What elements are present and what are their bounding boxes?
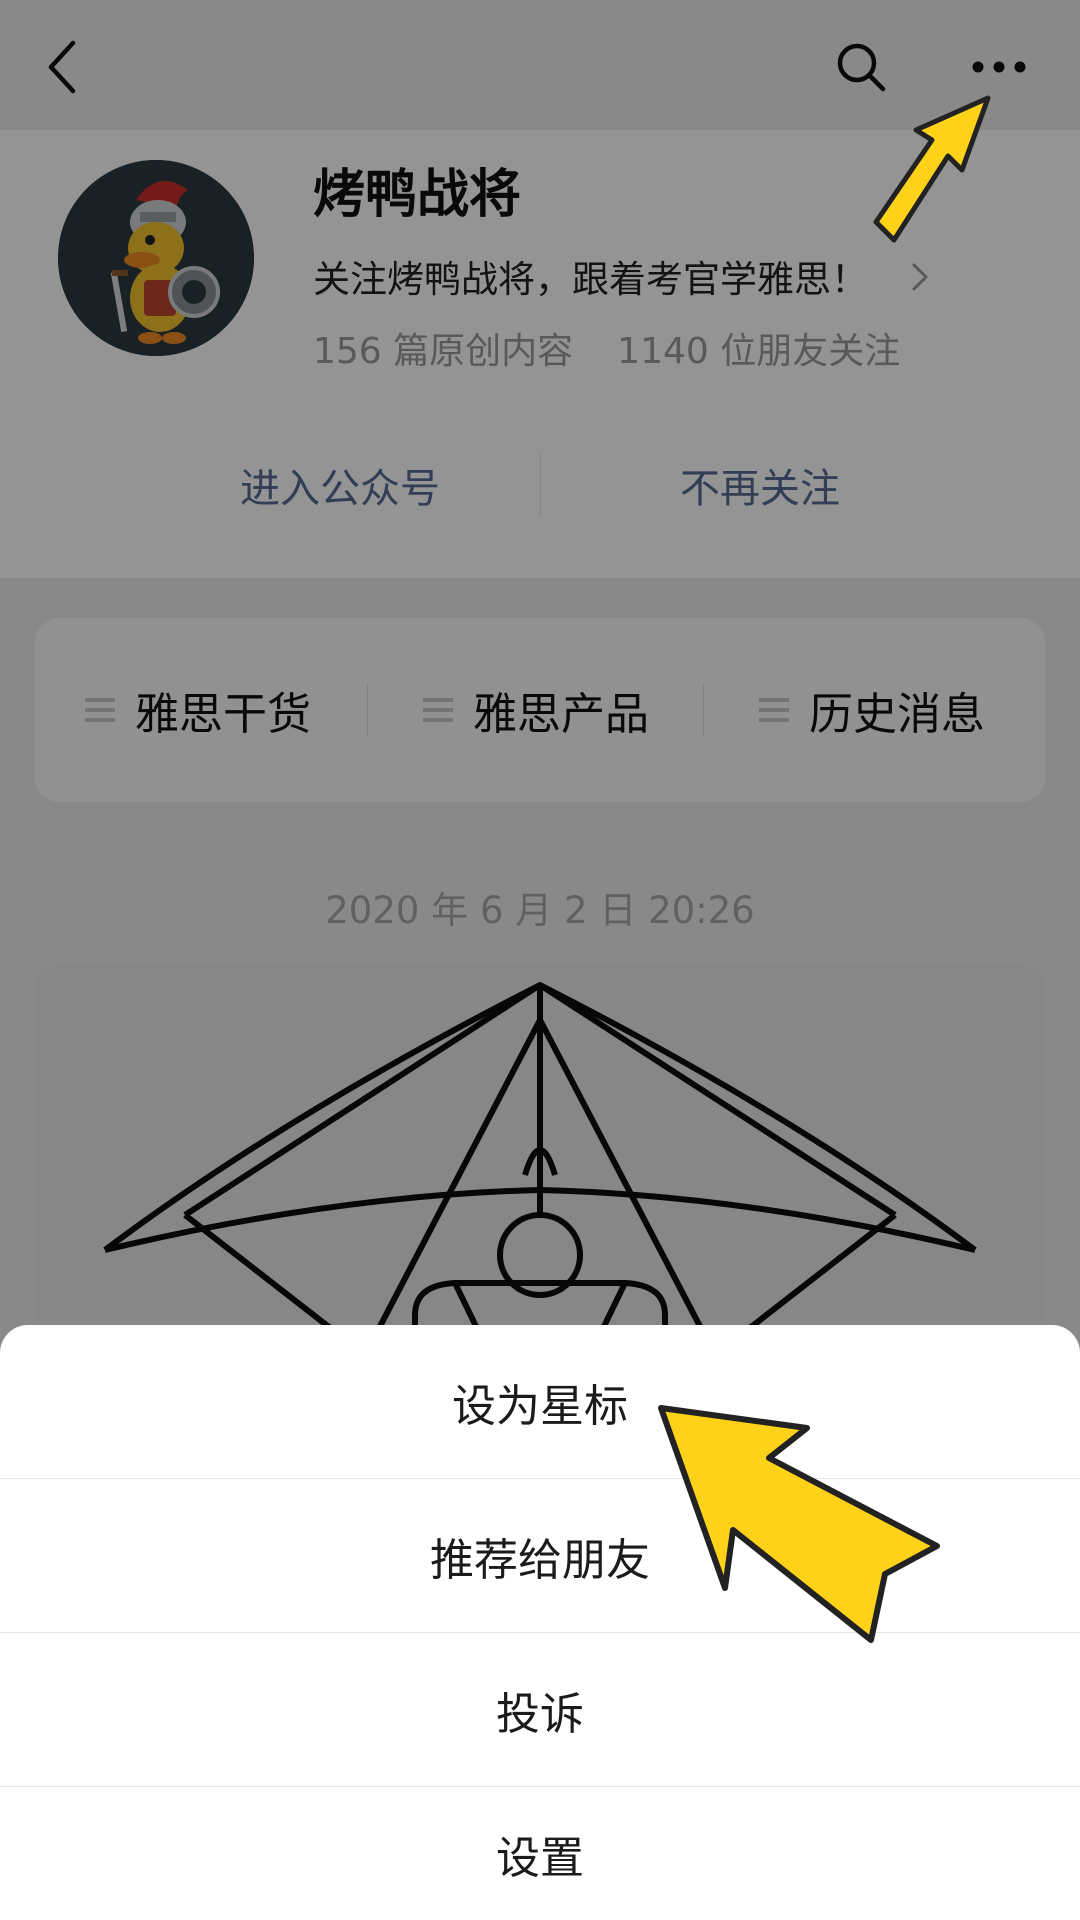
watermark-text: 烤鸭战将 xyxy=(938,1857,1051,1890)
official-account-profile-screen: 烤鸭战将 关注烤鸭战将，跟着考官学雅思！ 156 篇原创内容 1140 位朋友关… xyxy=(0,0,1080,1920)
wechat-logo-icon xyxy=(888,1856,929,1887)
recommend-to-friend-option[interactable]: 推荐给朋友 xyxy=(0,1479,1080,1632)
action-sheet: 设为星标 推荐给朋友 投诉 设置 xyxy=(0,1325,1080,1920)
report-option[interactable]: 投诉 xyxy=(0,1633,1080,1786)
set-star-option[interactable]: 设为星标 xyxy=(0,1325,1080,1478)
watermark: 烤鸭战将 xyxy=(888,1852,1050,1892)
